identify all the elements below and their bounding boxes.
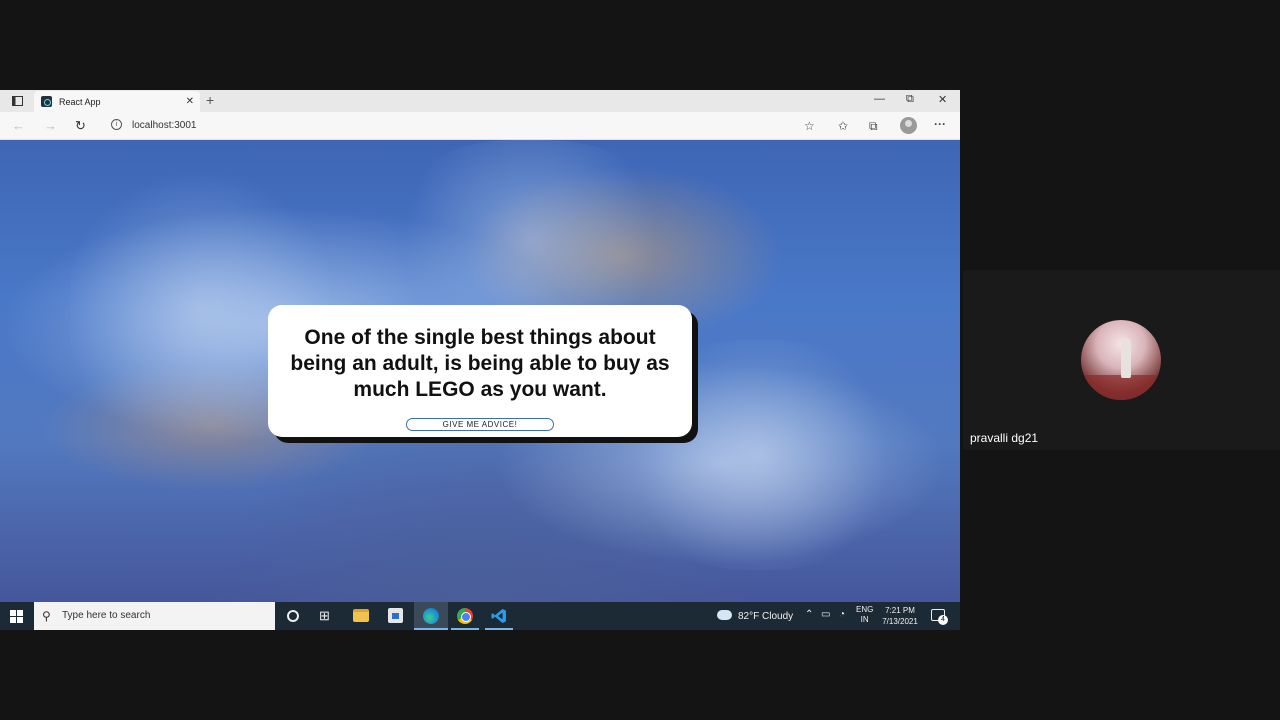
wifi-icon[interactable]: ◔ [839,609,845,620]
clock[interactable]: 7:21 PM 7/13/2021 [880,605,920,627]
tab-react-app[interactable]: React App ✕ [34,91,200,112]
show-hidden-icons-chevron-icon[interactable]: ⌃ [805,609,813,620]
clock-date: 7/13/2021 [882,617,918,626]
favorites-icon[interactable]: ✩ [838,119,848,133]
participant-name: pravalli dg21 [970,431,1039,445]
screen: React App ✕ + — ⧉ ✕ ← → ↻ i localhost:30… [0,0,1280,720]
tab-title: React App [59,96,101,107]
store-icon[interactable] [388,608,403,623]
address-bar: ← → ↻ i localhost:3001 ☆ ✩ ⧉ ··· [0,112,960,140]
add-favorite-icon[interactable]: ☆ [804,119,815,133]
collections-icon[interactable]: ⧉ [869,119,878,134]
tab-actions-icon[interactable] [6,94,28,108]
taskbar: ⚲ Type here to search ⊞ 82°F Cloudy ⌃ ▭ … [0,602,960,630]
minimize-button[interactable]: — [874,93,885,105]
cortana-icon[interactable] [287,610,299,622]
start-windows-icon[interactable] [10,610,23,623]
region-code: IN [860,615,869,624]
tab-bar: React App ✕ + — ⧉ ✕ [0,90,960,112]
cloud-weather-icon[interactable] [717,610,732,620]
profile-avatar[interactable] [900,117,917,134]
browser-window: React App ✕ + — ⧉ ✕ ← → ↻ i localhost:30… [0,90,960,630]
chrome-running-indicator [451,628,479,630]
close-window-button[interactable]: ✕ [938,93,947,106]
react-favicon-icon [41,96,52,107]
search-placeholder: Type here to search [62,610,151,621]
battery-icon[interactable]: ▭ [821,609,830,620]
task-view-icon[interactable]: ⊞ [319,608,337,626]
restore-button[interactable]: ⧉ [906,93,914,106]
forward-icon[interactable]: → [44,118,57,133]
tab-close-icon[interactable]: ✕ [186,96,194,107]
edge-icon[interactable] [423,608,439,624]
back-icon[interactable]: ← [12,118,25,133]
participant-tile: pravalli dg21 [963,270,1280,450]
page-background: One of the single best things about bein… [0,140,960,602]
refresh-icon[interactable]: ↻ [75,118,86,134]
vscode-icon[interactable] [491,608,507,624]
file-explorer-icon[interactable] [353,609,369,622]
url-field[interactable]: localhost:3001 [132,120,197,131]
site-info-icon[interactable]: i [111,119,122,130]
participant-avatar [1081,320,1161,400]
language-indicator[interactable]: ENG IN [856,605,873,625]
more-options-icon[interactable]: ··· [934,117,946,131]
weather-text[interactable]: 82°F Cloudy [738,611,793,622]
vscode-running-indicator [485,628,513,630]
new-tab-button[interactable]: + [206,92,214,108]
advice-text: One of the single best things about bein… [290,326,670,401]
advice-card: One of the single best things about bein… [268,305,692,437]
give-advice-button[interactable]: GIVE ME ADVICE! [406,418,554,431]
chrome-icon[interactable] [457,608,473,624]
language-code: ENG [856,605,874,614]
search-icon: ⚲ [42,609,51,623]
notification-badge: 4 [938,615,948,625]
clock-time: 7:21 PM [885,606,915,615]
taskbar-search[interactable]: ⚲ Type here to search [34,602,275,630]
